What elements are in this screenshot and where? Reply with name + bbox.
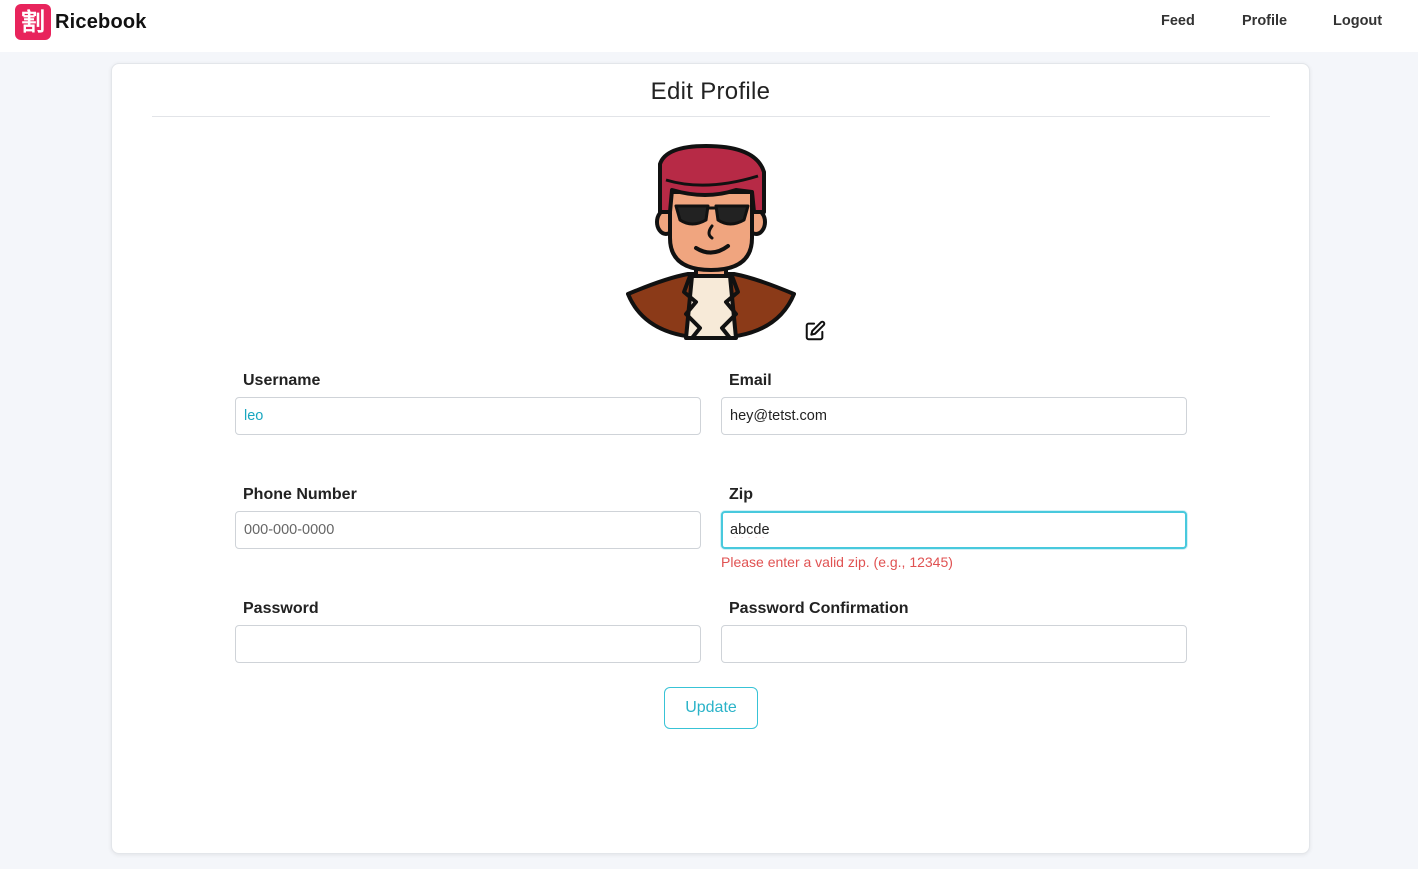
zip-error-message: Please enter a valid zip. (e.g., 12345) <box>721 554 953 570</box>
zip-label: Zip <box>729 486 753 503</box>
edit-avatar-icon[interactable] <box>804 320 826 342</box>
update-button[interactable]: Update <box>664 687 758 729</box>
avatar-image <box>626 144 796 340</box>
brand-name: Ricebook <box>55 10 147 33</box>
navbar: 割 Ricebook Feed Profile Logout <box>0 0 1418 52</box>
brand-logo-icon: 割 <box>15 4 51 40</box>
edit-profile-card: Edit Profile Username Email <box>111 63 1310 854</box>
phone-label: Phone Number <box>243 486 357 503</box>
email-label: Email <box>729 372 772 389</box>
password-confirmation-field[interactable] <box>721 625 1187 663</box>
nav-link-feed[interactable]: Feed <box>1161 13 1195 29</box>
phone-field[interactable] <box>235 511 701 549</box>
nav-link-profile[interactable]: Profile <box>1242 13 1287 29</box>
page-title: Edit Profile <box>650 78 771 105</box>
username-field[interactable] <box>235 397 701 435</box>
nav-link-logout[interactable]: Logout <box>1333 13 1382 29</box>
password-confirmation-label: Password Confirmation <box>729 600 909 617</box>
brand-link[interactable]: 割 Ricebook <box>15 4 147 40</box>
username-label: Username <box>243 372 321 389</box>
password-label: Password <box>243 600 319 617</box>
email-field[interactable] <box>721 397 1187 435</box>
password-field[interactable] <box>235 625 701 663</box>
title-divider <box>152 116 1270 117</box>
brand-logo-glyph: 割 <box>21 8 45 36</box>
zip-field[interactable] <box>721 511 1187 549</box>
